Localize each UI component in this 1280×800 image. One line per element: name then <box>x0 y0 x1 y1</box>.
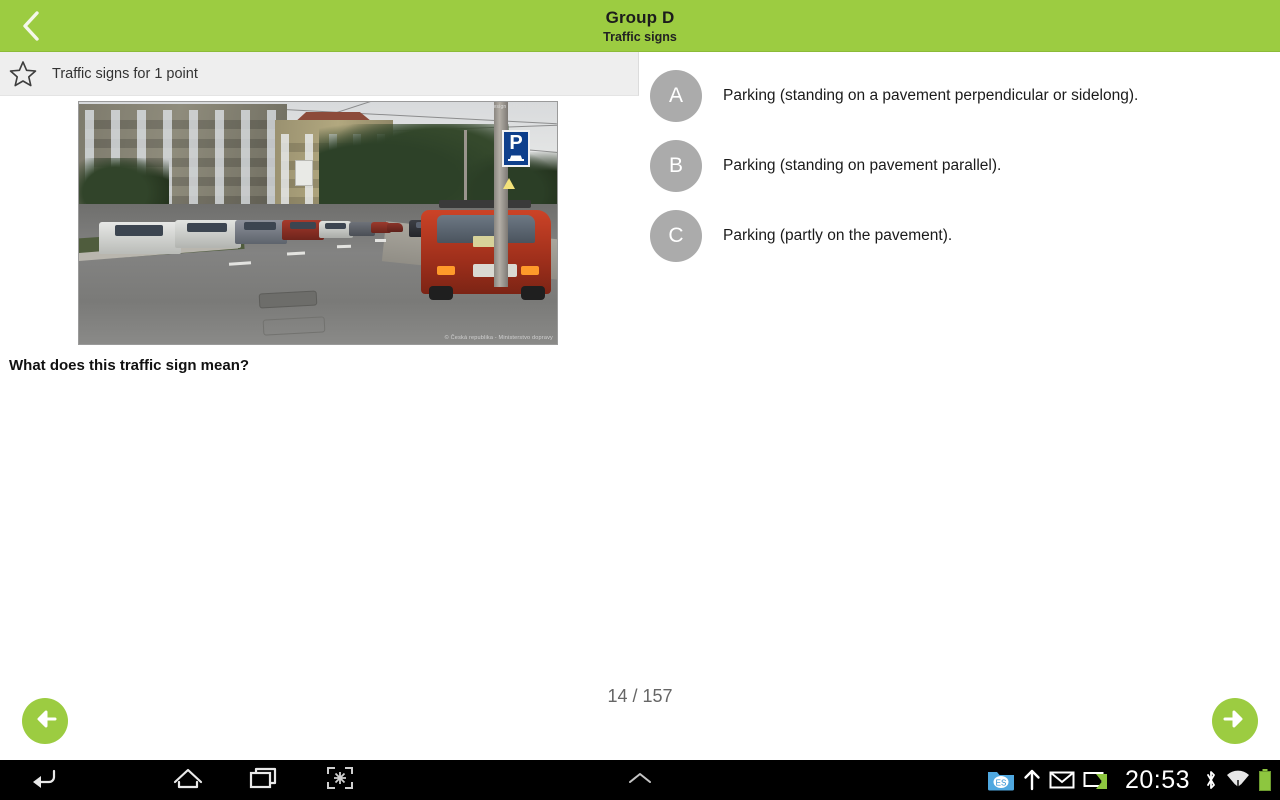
photo-lane-marking <box>336 244 352 249</box>
photo-manhole <box>258 290 318 309</box>
arrow-left-icon <box>32 706 58 737</box>
photo-car <box>387 223 403 232</box>
answer-option-c[interactable]: C Parking (partly on the pavement). <box>639 201 1280 271</box>
answer-badge-b: B <box>650 140 702 192</box>
answers-list: A Parking (standing on a pavement perpen… <box>639 53 1280 653</box>
battery-icon[interactable] <box>1258 768 1272 792</box>
es-file-explorer-icon[interactable]: ES <box>987 767 1015 793</box>
answer-option-a[interactable]: A Parking (standing on a pavement perpen… <box>639 61 1280 131</box>
home-icon <box>173 766 203 795</box>
question-pane: Traffic signs for 1 point P Design GABEN… <box>0 52 639 662</box>
points-bar[interactable]: Traffic signs for 1 point <box>0 52 639 96</box>
photo-watermark-bottom: © Česká republika - Ministerstvo dopravy <box>444 335 553 341</box>
answer-badge-a: A <box>650 70 702 122</box>
photo-car-foreground <box>421 200 551 300</box>
wifi-icon[interactable] <box>1226 769 1250 791</box>
parking-sign-letter: P <box>509 132 523 154</box>
photo-car <box>235 220 287 244</box>
app-root: Group D Traffic signs Traffic signs for … <box>0 0 1280 800</box>
previous-question-button[interactable] <box>22 698 68 744</box>
system-clock: 20:53 <box>1124 765 1190 794</box>
photo-car <box>99 222 181 254</box>
recent-apps-icon <box>249 766 279 795</box>
star-outline-icon[interactable] <box>8 59 38 89</box>
gmail-icon[interactable] <box>1049 769 1075 791</box>
parking-sign-pictogram <box>508 155 524 161</box>
parking-sign-icon: P <box>502 130 530 167</box>
question-photo-scene: P Design GABEN Production © Česká republ… <box>79 102 557 344</box>
photo-car <box>175 220 241 248</box>
question-counter: 14 / 157 <box>607 686 673 706</box>
chevron-left-icon <box>20 9 42 43</box>
photo-watermark-top: Design GABEN Production <box>489 104 554 110</box>
footer-navigation: 14 / 157 <box>0 662 1280 760</box>
screen-cast-icon[interactable] <box>1083 769 1109 791</box>
question-image[interactable]: P Design GABEN Production © Česká republ… <box>78 101 558 345</box>
system-expand-button[interactable] <box>602 760 678 800</box>
system-screenshot-button[interactable] <box>302 760 378 800</box>
system-recent-apps-button[interactable] <box>226 760 302 800</box>
chevron-up-icon <box>626 770 654 791</box>
back-icon <box>31 767 57 794</box>
question-text: What does this traffic sign mean? <box>9 357 250 374</box>
answer-badge-c: C <box>650 210 702 262</box>
system-back-button[interactable] <box>6 760 82 800</box>
next-question-button[interactable] <box>1212 698 1258 744</box>
page-subtitle: Traffic signs <box>603 29 677 44</box>
arrow-right-icon <box>1222 706 1248 737</box>
photo-billboard <box>295 160 313 186</box>
screenshot-icon <box>326 766 354 795</box>
photo-car <box>282 220 324 240</box>
system-status-area[interactable]: ES 20:53 <box>987 760 1272 800</box>
app-header: Group D Traffic signs <box>0 0 1280 52</box>
photo-car <box>319 221 353 238</box>
svg-text:ES: ES <box>996 779 1007 788</box>
answer-text-c: Parking (partly on the pavement). <box>723 227 953 244</box>
header-title-block: Group D Traffic signs <box>0 0 1280 52</box>
photo-lane-marking <box>375 239 386 242</box>
answer-text-a: Parking (standing on a pavement perpendi… <box>723 87 1139 104</box>
answer-text-b: Parking (standing on pavement parallel). <box>723 157 1002 174</box>
bluetooth-icon[interactable] <box>1204 769 1218 791</box>
upload-icon[interactable] <box>1023 768 1041 792</box>
photo-manhole <box>262 316 326 336</box>
page-title: Group D <box>605 7 675 27</box>
system-home-button[interactable] <box>150 760 226 800</box>
answer-option-b[interactable]: B Parking (standing on pavement parallel… <box>639 131 1280 201</box>
android-system-bar: ES 20:53 <box>0 760 1280 800</box>
header-back-button[interactable] <box>0 0 62 52</box>
points-label: Traffic signs for 1 point <box>52 65 198 82</box>
